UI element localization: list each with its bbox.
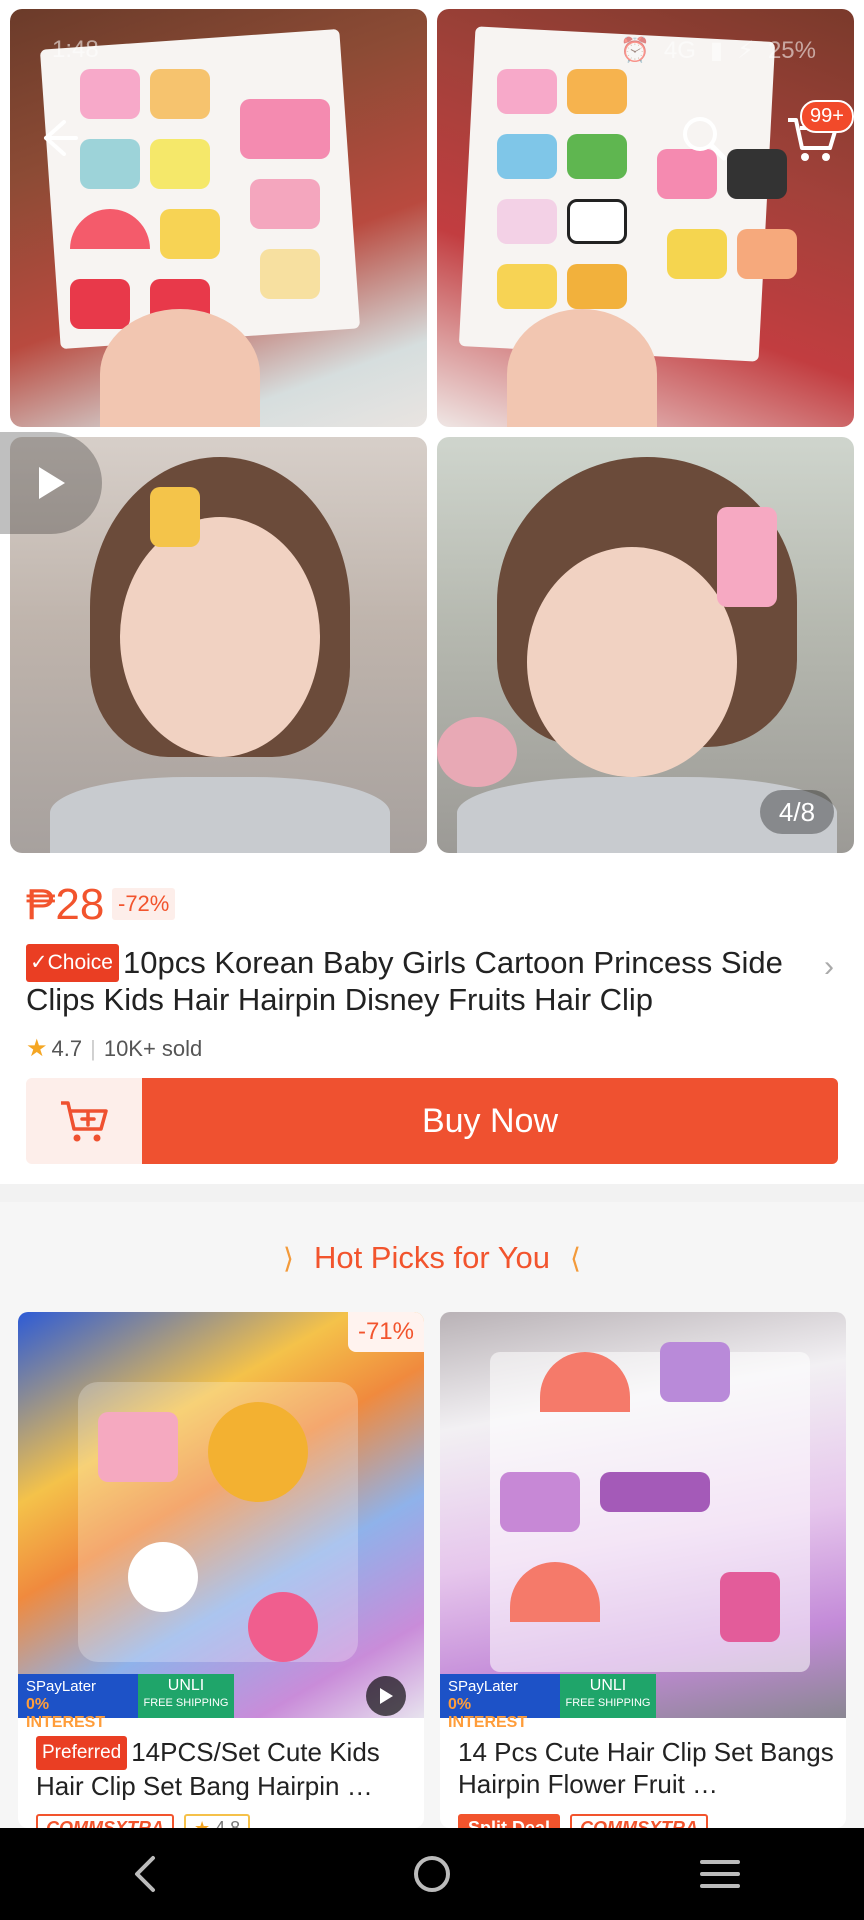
sold-count: 10K+ sold (103, 1035, 203, 1061)
split-deal-tag: Split Deal (458, 1814, 561, 1828)
hot-picks-title: Hot Picks for You (313, 1240, 551, 1275)
battery-icon: ⚡ (737, 37, 754, 64)
battery-level: 25% (767, 36, 816, 64)
video-play-icon (366, 1676, 406, 1716)
cart-count-badge: 99+ (800, 100, 854, 133)
nav-recents-button[interactable] (660, 1839, 780, 1909)
search-button[interactable] (668, 102, 740, 174)
product-info-section: ₱28 -72% ✓Choice 10pcs Korean Baby Girls … (0, 862, 864, 1184)
free-shipping-promo: UNLI FREE SHIPPING (560, 1674, 656, 1718)
play-icon (39, 467, 65, 499)
nav-back-button[interactable] (84, 1839, 204, 1909)
interest-label: 0% INTEREST (26, 1696, 106, 1731)
buy-now-button[interactable]: Buy Now (142, 1078, 838, 1164)
back-button[interactable] (22, 102, 94, 174)
right-decoration-icon: ⟨ (570, 1243, 581, 1274)
spaylater-label: SPayLater (26, 1678, 97, 1695)
shipping-label: FREE SHIPPING (565, 1697, 651, 1709)
product-title[interactable]: ✓Choice 10pcs Korean Baby Girls Cartoon P… (26, 944, 816, 1018)
divider: | (90, 1035, 96, 1061)
signal-icon: ▮ (709, 37, 724, 64)
product-image-gallery[interactable]: 1:48 ⏰ 4G ▮ ⚡ 25% 99+ 4/8 (0, 0, 864, 862)
home-circle-icon (414, 1856, 450, 1892)
chevron-right-icon[interactable]: › (824, 950, 834, 984)
spaylater-promo: SPayLater 0% INTEREST (18, 1674, 138, 1731)
recommended-product-card[interactable]: SPayLater 0% INTEREST UNLI FREE SHIPPING 1… (440, 1312, 846, 1828)
image-counter: 4/8 (760, 790, 834, 834)
star-icon: ★ (194, 1818, 216, 1828)
product-price: ₱28 (26, 880, 105, 929)
search-icon (683, 117, 727, 161)
nav-home-button[interactable] (372, 1839, 492, 1909)
discount-badge: -72% (112, 888, 176, 920)
add-to-cart-button[interactable] (26, 1078, 142, 1164)
rating-value: 4.7 (51, 1035, 83, 1061)
choice-badge-label: Choice (47, 951, 113, 974)
preferred-badge: Preferred (36, 1736, 128, 1770)
network-label: 4G (663, 36, 696, 64)
status-bar: 1:48 ⏰ 4G ▮ ⚡ 25% (0, 34, 864, 70)
add-to-cart-icon (61, 1101, 108, 1142)
section-divider (0, 1184, 864, 1202)
free-shipping-promo: UNLI FREE SHIPPING (138, 1674, 234, 1718)
rating-row: ★ 4.7 | 10K+ sold (26, 1034, 202, 1063)
commsxtra-tag: COMMSXTRA (36, 1814, 174, 1828)
alarm-icon: ⏰ (619, 37, 650, 64)
product-discount-badge: -71% (347, 1312, 424, 1352)
product-card-title: 14 Pcs Cute Hair Clip Set Bangs Hairpin … (458, 1736, 836, 1800)
rating-tag: ★ 4.8 (184, 1814, 251, 1828)
product-tags: Split Deal COMMSXTRA (458, 1814, 709, 1828)
unli-label: UNLI (589, 1677, 627, 1694)
menu-lines-icon (700, 1860, 740, 1888)
commsxtra-tag: COMMSXTRA (570, 1814, 709, 1828)
gallery-image-hair-clips-card-2 (437, 9, 854, 427)
product-tags: COMMSXTRA ★ 4.8 (36, 1814, 251, 1828)
back-arrow-icon (44, 120, 78, 156)
product-thumbnail (440, 1312, 846, 1718)
status-time: 1:48 (52, 36, 99, 63)
product-thumbnail (18, 1312, 424, 1718)
gallery-image-hair-clips-card-1 (10, 9, 427, 427)
shipping-label: FREE SHIPPING (143, 1697, 229, 1709)
hot-picks-header: ⟩ Hot Picks for You ⟨ (0, 1240, 864, 1276)
promo-banner: SPayLater 0% INTEREST UNLI FREE SHIPPING (440, 1674, 846, 1731)
product-card-title-text: 14 Pcs Cute Hair Clip Set Bangs Hairpin … (458, 1737, 834, 1799)
product-detail-page: 1:48 ⏰ 4G ▮ ⚡ 25% 99+ 4/8 ₱28 -72% ✓Choi… (0, 0, 864, 1920)
spaylater-label: SPayLater (448, 1678, 519, 1695)
interest-label: 0% INTEREST (448, 1696, 528, 1731)
choice-badge: ✓Choice (26, 944, 119, 982)
system-navigation-bar (0, 1828, 864, 1920)
recommended-product-card[interactable]: -71% SPayLater 0% INTEREST UNLI FREE SHIPP… (18, 1312, 424, 1828)
unli-label: UNLI (167, 1677, 205, 1694)
play-video-button[interactable] (0, 432, 102, 534)
rating-tag-value: 4.8 (215, 1818, 241, 1828)
nav-back-icon (135, 1856, 155, 1892)
product-card-title: Preferred 14PCS/Set Cute Kids Hair Clip S… (36, 1736, 414, 1800)
product-title-text: 10pcs Korean Baby Girls Cartoon Princess… (26, 945, 783, 1017)
promo-banner: SPayLater 0% INTEREST UNLI FREE SHIPPING (18, 1674, 424, 1731)
spaylater-promo: SPayLater 0% INTEREST (440, 1674, 560, 1731)
hot-picks-section: ⟩ Hot Picks for You ⟨ -71% SPayLater 0% INT… (0, 1202, 864, 1828)
left-decoration-icon: ⟩ (283, 1243, 294, 1274)
star-icon: ★ (26, 1035, 48, 1062)
